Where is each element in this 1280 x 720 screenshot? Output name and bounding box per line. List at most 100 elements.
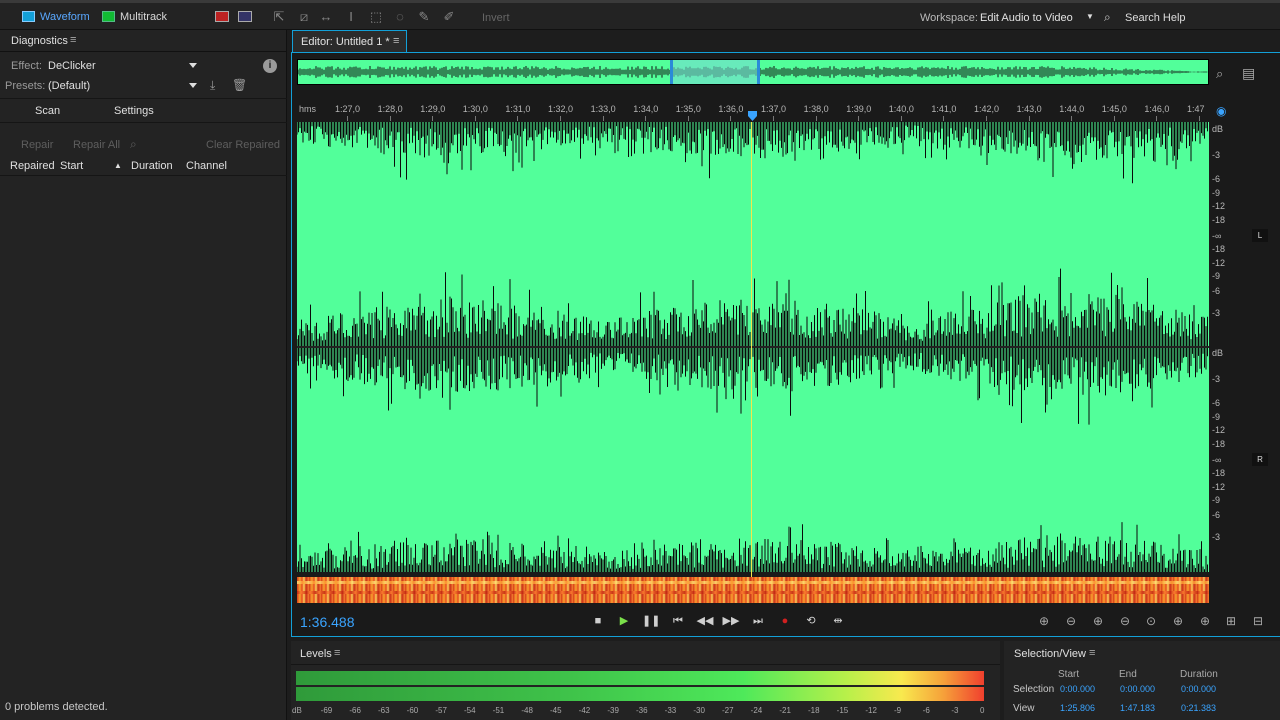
play-button[interactable]: ▶: [615, 613, 633, 629]
level-scale-label: -66: [349, 706, 361, 715]
db-scale-label: -6: [1212, 510, 1221, 520]
panel-menu-icon[interactable]: ≡: [334, 647, 340, 659]
zoom-out-full-icon[interactable]: ⊙: [1141, 613, 1161, 629]
search-icon[interactable]: ⌕: [1104, 10, 1111, 25]
stop-button[interactable]: ■: [589, 613, 607, 629]
panel-menu-icon[interactable]: ≡: [1089, 647, 1095, 659]
info-icon[interactable]: i: [263, 59, 277, 73]
move-tool-icon[interactable]: ⇱: [271, 9, 287, 25]
skip-to-end-button[interactable]: ⏭: [749, 613, 767, 629]
view-duration-value[interactable]: 0:21.383: [1181, 703, 1216, 713]
right-channel-badge[interactable]: R: [1252, 453, 1268, 466]
diagnostics-tab[interactable]: Diagnostics ≡: [0, 30, 287, 52]
snap-icon[interactable]: ◉: [1216, 104, 1226, 118]
level-scale-label: -39: [607, 706, 619, 715]
selection-end-value[interactable]: 0:00.000: [1120, 684, 1155, 694]
column-channel[interactable]: Channel: [186, 160, 227, 172]
tab-scan[interactable]: Scan: [35, 105, 60, 117]
level-scale-label: -27: [722, 706, 734, 715]
level-scale-label: -33: [664, 706, 677, 715]
panel-menu-icon[interactable]: ≡: [70, 34, 76, 46]
rewind-button[interactable]: ◀◀: [696, 613, 714, 629]
column-start[interactable]: Start: [60, 160, 83, 172]
selection-row-label: Selection: [1013, 684, 1055, 695]
zoom-selection-icon[interactable]: ⊞: [1221, 613, 1241, 629]
zoom-out-time-icon[interactable]: ⊖: [1115, 613, 1135, 629]
spectral-display[interactable]: [297, 577, 1209, 603]
clear-repaired-button[interactable]: Clear Repaired: [206, 139, 280, 151]
zoom-in-time-icon[interactable]: ⊕: [1088, 613, 1108, 629]
loop-playback-icon[interactable]: ⟲: [802, 613, 820, 629]
skip-to-start-button[interactable]: ⏮: [669, 613, 687, 629]
zoom-icon[interactable]: ⌕: [1216, 66, 1223, 82]
overview-view-range[interactable]: [670, 60, 760, 84]
brush-selection-tool-icon[interactable]: ✎: [416, 9, 432, 25]
waveform-icon: [22, 11, 35, 22]
editor-tab[interactable]: Editor: Untitled 1 * ≡: [292, 30, 407, 52]
zoom-out-amplitude-icon[interactable]: ⊖: [1061, 613, 1081, 629]
menu-icon[interactable]: ▤: [1242, 65, 1255, 82]
zoom-reset-icon[interactable]: ⊟: [1248, 613, 1268, 629]
repair-all-button[interactable]: Repair All: [73, 139, 120, 151]
panel-menu-icon[interactable]: ≡: [393, 35, 399, 47]
view-start-value[interactable]: 1:25.806: [1060, 703, 1095, 713]
level-scale-label: -60: [406, 706, 419, 715]
column-duration[interactable]: Duration: [131, 160, 173, 172]
waveform-mode-button[interactable]: Waveform: [18, 8, 90, 26]
column-repaired[interactable]: Repaired: [10, 160, 55, 172]
db-scale-label: -12: [1212, 482, 1226, 492]
selection-start-value[interactable]: 0:00.000: [1060, 684, 1095, 694]
marquee-selection-tool-icon[interactable]: ⬚: [368, 9, 384, 25]
divider: [0, 122, 287, 123]
record-button[interactable]: ●: [776, 613, 794, 629]
save-preset-icon[interactable]: ⤓: [210, 78, 215, 93]
level-scale-label: -21: [779, 706, 791, 715]
lasso-selection-tool-icon[interactable]: ◌: [392, 9, 408, 25]
ruler-tick-label: 1:32,0: [548, 104, 574, 114]
search-help-input[interactable]: Search Help: [1125, 12, 1186, 24]
chevron-down-icon[interactable]: [189, 83, 197, 88]
overview-waveform[interactable]: [297, 59, 1209, 85]
slip-tool-icon[interactable]: ↔: [318, 9, 334, 25]
spectral-frequency-display-icon[interactable]: [215, 11, 229, 22]
view-end-value[interactable]: 1:47.183: [1120, 703, 1155, 713]
multitrack-mode-button[interactable]: Multitrack: [98, 8, 167, 26]
pause-button[interactable]: ❚❚: [642, 613, 660, 629]
workspace-select[interactable]: Edit Audio to Video: [980, 12, 1073, 24]
header-end: End: [1119, 669, 1137, 680]
ruler-tick-label: 1:47: [1187, 104, 1205, 114]
tab-settings[interactable]: Settings: [114, 105, 154, 117]
spot-healing-brush-icon[interactable]: ✐: [441, 9, 457, 25]
presets-select[interactable]: (Default): [48, 80, 90, 92]
level-scale-label: -63: [378, 706, 390, 715]
skip-selection-icon[interactable]: ⇹: [829, 613, 847, 629]
left-channel-badge[interactable]: L: [1252, 229, 1268, 242]
db-scale-label: -3: [1212, 308, 1221, 318]
zoom-to-problem-icon[interactable]: ⌕: [130, 137, 137, 152]
razor-tool-icon[interactable]: ⧄: [296, 9, 312, 25]
ruler-tick: [560, 116, 561, 121]
zoom-in-end-icon[interactable]: ⊕: [1195, 613, 1215, 629]
effect-select[interactable]: DeClicker: [48, 60, 96, 72]
playhead-line[interactable]: [751, 122, 752, 602]
chevron-down-icon[interactable]: ▼: [1086, 12, 1094, 21]
zoom-in-amplitude-icon[interactable]: ⊕: [1034, 613, 1054, 629]
current-time-display[interactable]: 1:36.488: [300, 614, 355, 630]
header-start: Start: [1058, 669, 1080, 680]
time-selection-tool-icon[interactable]: I: [343, 9, 359, 25]
zoom-in-start-icon[interactable]: ⊕: [1168, 613, 1188, 629]
db-scale-label: -6: [1212, 286, 1221, 296]
db-scale-label: -3: [1212, 150, 1221, 160]
chevron-down-icon[interactable]: [189, 63, 197, 68]
fast-forward-button[interactable]: ▶▶: [722, 613, 740, 629]
invert-button[interactable]: Invert: [482, 12, 510, 24]
ruler-tick-label: 1:35,0: [675, 104, 701, 114]
trash-icon[interactable]: 🗑: [232, 78, 247, 92]
ruler-tick-label: 1:27,0: [335, 104, 361, 114]
spectral-pitch-display-icon[interactable]: [238, 11, 252, 22]
levels-tab[interactable]: Levels ≡: [291, 641, 1000, 665]
db-scale-label: -9: [1212, 271, 1221, 281]
repair-button[interactable]: Repair: [21, 139, 53, 151]
ruler-tick-label: 1:28,0: [377, 104, 403, 114]
selection-duration-value[interactable]: 0:00.000: [1181, 684, 1216, 694]
